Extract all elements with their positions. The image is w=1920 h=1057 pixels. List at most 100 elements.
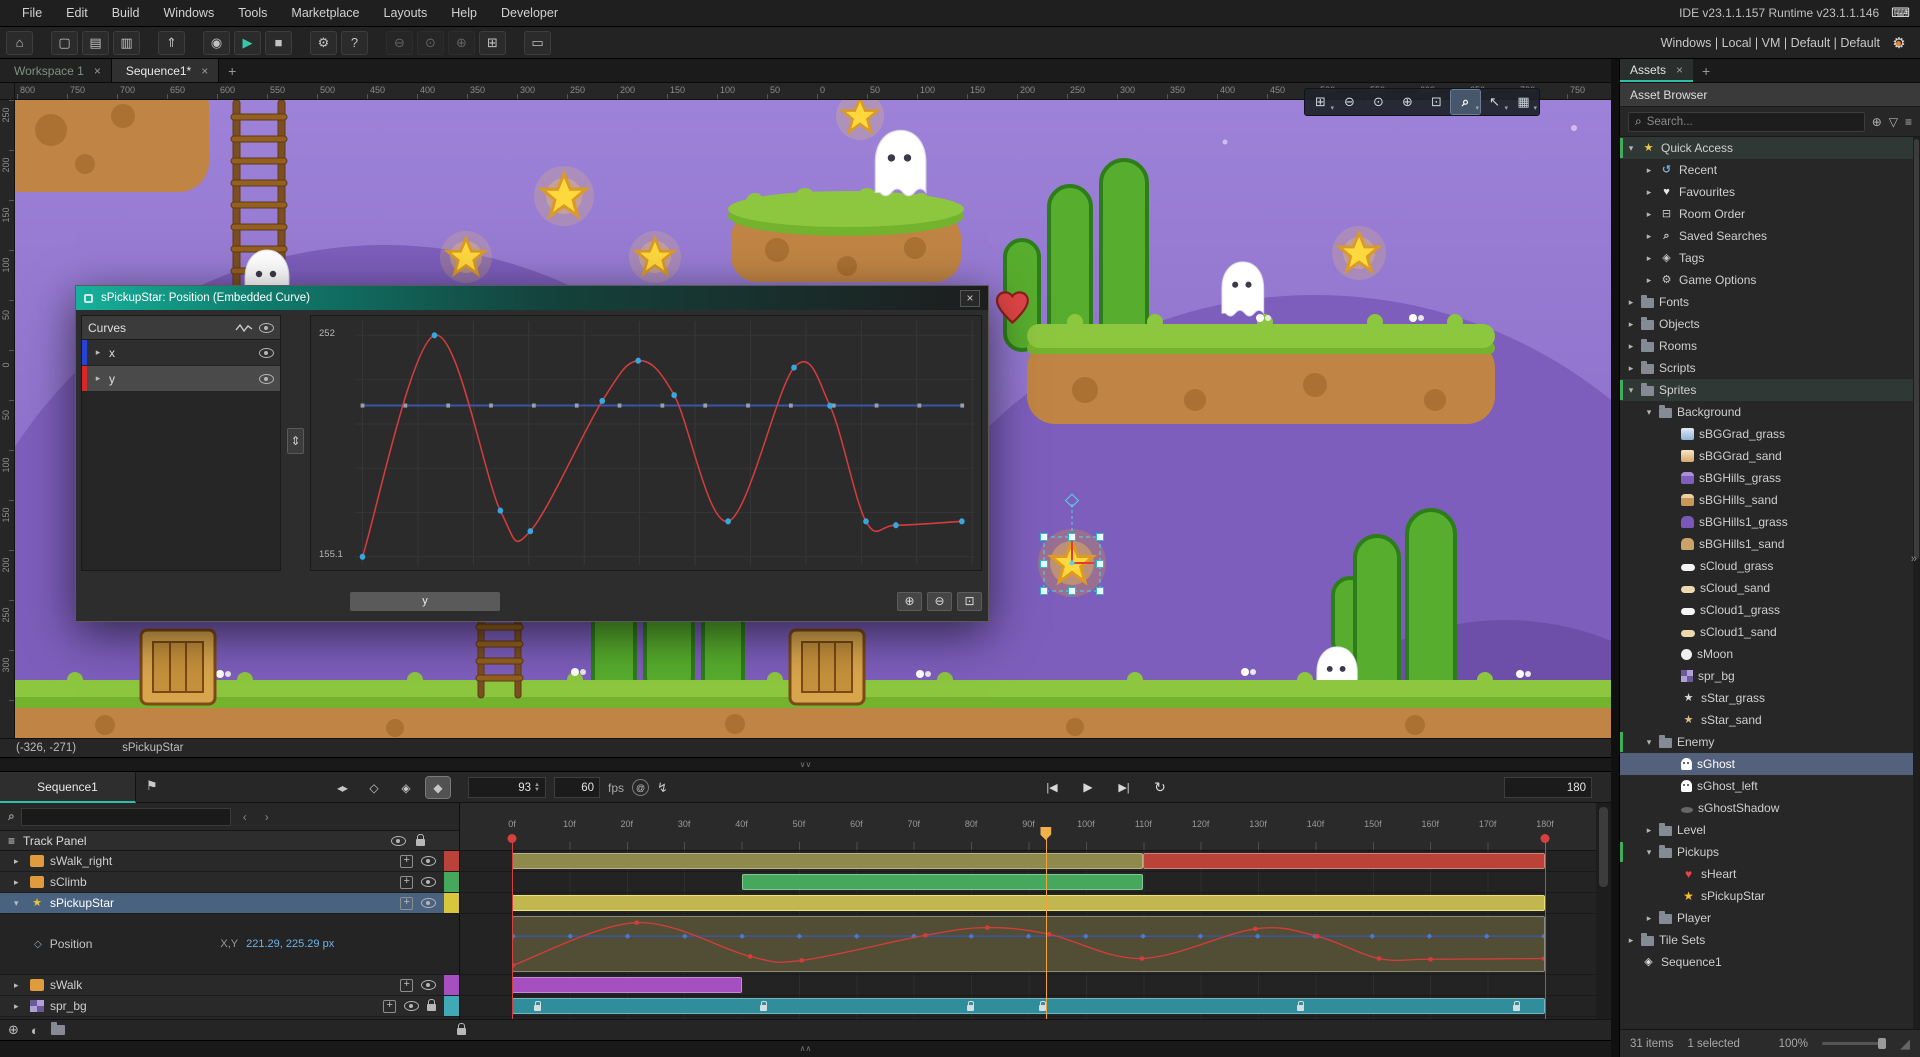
lock-icon[interactable] bbox=[416, 839, 425, 846]
canvas-toolbar-button-icon[interactable] bbox=[1422, 90, 1451, 114]
eye-icon[interactable] bbox=[421, 898, 436, 908]
asset-tree-item[interactable]: sHeart bbox=[1620, 863, 1920, 885]
asset-tree-item[interactable]: Rooms bbox=[1620, 335, 1920, 357]
toolbar-button-icon[interactable] bbox=[386, 31, 413, 55]
toolbar-button-icon[interactable] bbox=[265, 31, 292, 55]
add-asset-icon[interactable]: ⊕ bbox=[1872, 115, 1882, 129]
sequence-tool-icon[interactable] bbox=[330, 777, 354, 798]
close-icon[interactable]: × bbox=[960, 290, 980, 307]
asset-tree-item[interactable]: Level bbox=[1620, 819, 1920, 841]
tree-expander-icon[interactable] bbox=[1644, 407, 1654, 418]
asset-tree-item[interactable]: sCloud_grass bbox=[1620, 555, 1920, 577]
canvas-toolbar-button-icon[interactable] bbox=[1306, 90, 1335, 114]
asset-tree-item[interactable]: Saved Searches bbox=[1620, 225, 1920, 247]
tree-expander-icon[interactable] bbox=[1644, 253, 1654, 264]
asset-tree-item[interactable]: sMoon bbox=[1620, 643, 1920, 665]
flyout-chevron-icon[interactable]: » bbox=[1911, 553, 1917, 565]
timeline-bar-locked[interactable] bbox=[512, 998, 1545, 1014]
sequence-tool-icon[interactable] bbox=[362, 777, 386, 798]
track-row-sclimb[interactable]: ▸ sClimb bbox=[0, 872, 459, 893]
region-end-marker[interactable] bbox=[1541, 834, 1550, 843]
menu-item[interactable]: Windows bbox=[152, 0, 227, 27]
timeline-curve-area[interactable] bbox=[512, 916, 1545, 972]
add-track-icon[interactable]: ⊕ bbox=[8, 1022, 19, 1038]
close-icon[interactable] bbox=[94, 64, 101, 78]
asset-tree-item[interactable]: spr_bg bbox=[1620, 665, 1920, 687]
toolbar-button-icon[interactable] bbox=[203, 31, 230, 55]
target-gear-icon[interactable]: ⚙ bbox=[1890, 34, 1908, 52]
menu-item[interactable]: Build bbox=[100, 0, 152, 27]
timeline-bar[interactable] bbox=[1143, 853, 1545, 869]
curve-channel-y[interactable]: ▸ y bbox=[82, 366, 280, 392]
track-row-swalk-right[interactable]: ▸ sWalk_right bbox=[0, 851, 459, 872]
build-target-text[interactable]: Windows | Local | VM | Default | Default bbox=[1661, 36, 1880, 50]
asset-tree-item[interactable]: Player bbox=[1620, 907, 1920, 929]
track-row-swalk[interactable]: ▸ sWalk bbox=[0, 975, 459, 996]
tree-expander-icon[interactable] bbox=[1626, 319, 1636, 330]
lock-icon[interactable] bbox=[427, 1004, 436, 1011]
star-pickup[interactable] bbox=[440, 231, 492, 283]
add-parameter-button[interactable] bbox=[400, 876, 413, 889]
asset-tree-item[interactable]: sPickupStar bbox=[1620, 885, 1920, 907]
timeline[interactable]: 0f10f20f30f40f50f60f70f80f90f100f110f120… bbox=[460, 803, 1596, 1019]
transport-button-icon[interactable] bbox=[1148, 776, 1172, 798]
toolbar-button-icon[interactable] bbox=[82, 31, 109, 55]
region-start-line[interactable] bbox=[512, 837, 513, 1019]
chevron-right-icon[interactable]: ▸ bbox=[14, 877, 24, 888]
timeline-ruler[interactable]: 0f10f20f30f40f50f60f70f80f90f100f110f120… bbox=[460, 803, 1596, 851]
menu-item[interactable]: File bbox=[10, 0, 54, 27]
curve-channel-x[interactable]: ▸ x bbox=[82, 340, 280, 366]
asset-tree-item[interactable]: sGhostShadow bbox=[1620, 797, 1920, 819]
add-tab-button[interactable]: + bbox=[1693, 59, 1719, 82]
timeline-row-spickupstar[interactable] bbox=[460, 893, 1596, 914]
menu-icon[interactable]: ≡ bbox=[1905, 115, 1912, 129]
canvas-toolbar-button-icon[interactable] bbox=[1393, 90, 1422, 114]
tree-expander-icon[interactable] bbox=[1644, 913, 1654, 924]
position-curve[interactable] bbox=[513, 917, 1544, 971]
asset-tree-item[interactable]: sCloud1_sand bbox=[1620, 621, 1920, 643]
keyframe-icon[interactable]: ◇ bbox=[34, 939, 42, 950]
star-pickup[interactable] bbox=[534, 166, 594, 226]
asset-tree-item[interactable]: sBGGrad_sand bbox=[1620, 445, 1920, 467]
track-search-input[interactable] bbox=[21, 808, 231, 826]
asset-tree-item[interactable]: sBGGrad_grass bbox=[1620, 423, 1920, 445]
asset-tree-item[interactable]: sGhost_left bbox=[1620, 775, 1920, 797]
chevron-right-icon[interactable]: ▸ bbox=[93, 347, 103, 358]
asset-tree-item[interactable]: Background bbox=[1620, 401, 1920, 423]
chevron-right-icon[interactable]: ▸ bbox=[14, 980, 24, 991]
curve-plot[interactable] bbox=[355, 321, 975, 565]
visibility-toggle-icon[interactable]: ◐ bbox=[31, 1023, 39, 1038]
region-end-line[interactable] bbox=[1545, 837, 1546, 1019]
asset-tree-item[interactable]: sCloud_sand bbox=[1620, 577, 1920, 599]
tree-expander-icon[interactable] bbox=[1644, 231, 1654, 242]
eye-icon[interactable] bbox=[259, 348, 274, 358]
transport-button-icon[interactable] bbox=[1040, 776, 1064, 798]
timeline-row-position[interactable] bbox=[460, 914, 1596, 975]
toolbar-button-icon[interactable] bbox=[448, 31, 475, 55]
timeline-bar[interactable] bbox=[512, 895, 1545, 911]
tree-expander-icon[interactable] bbox=[1644, 825, 1654, 836]
curve-graph-area[interactable]: 252 155.1 bbox=[310, 315, 982, 571]
asset-tree-item[interactable]: sCloud1_grass bbox=[1620, 599, 1920, 621]
bottom-splitter[interactable]: ∧∧ bbox=[0, 1040, 1611, 1057]
lock-icon[interactable] bbox=[457, 1028, 466, 1035]
add-tab-button[interactable]: + bbox=[219, 59, 245, 82]
timeline-row-swalk-right[interactable] bbox=[460, 851, 1596, 872]
zoom-fit-icon[interactable]: ⊡ bbox=[957, 592, 982, 611]
tree-expander-icon[interactable] bbox=[1626, 297, 1636, 308]
chevron-right-icon[interactable]: ▸ bbox=[14, 1001, 24, 1012]
menu-item[interactable]: Help bbox=[439, 0, 489, 27]
eye-icon[interactable] bbox=[404, 1001, 419, 1011]
x-axis-label-button[interactable]: y bbox=[350, 592, 500, 611]
track-row-position[interactable]: ◇ Position X,Y 221.29, 225.29 px bbox=[0, 914, 459, 975]
toolbar-button-icon[interactable] bbox=[158, 31, 185, 55]
transport-button-icon[interactable] bbox=[1112, 776, 1136, 798]
asset-tree-item[interactable]: sBGHills1_grass bbox=[1620, 511, 1920, 533]
star-pickup[interactable] bbox=[1332, 226, 1386, 280]
crate[interactable] bbox=[141, 630, 215, 704]
assets-tab[interactable]: Assets bbox=[1620, 59, 1693, 82]
right-platform[interactable] bbox=[1027, 314, 1495, 424]
zoom-slider[interactable] bbox=[1822, 1042, 1886, 1045]
tree-expander-icon[interactable] bbox=[1626, 363, 1636, 374]
toolbar-button-icon[interactable] bbox=[6, 31, 33, 55]
